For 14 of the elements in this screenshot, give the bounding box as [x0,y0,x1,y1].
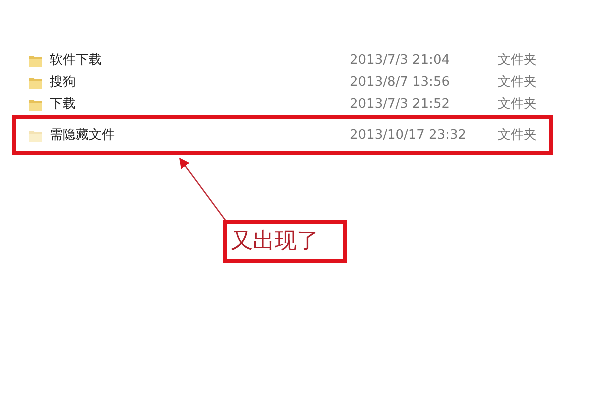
file-name: 需隐藏文件 [50,127,116,144]
modified-date: 2013/8/7 13:56 [350,74,451,90]
callout-label: 又出现了 [223,220,347,263]
modified-date: 2013/10/17 23:32 [350,128,468,142]
file-name: 下载 [50,96,77,113]
file-type: 文件夹 [498,74,537,91]
modified-date: 2013/7/3 21:04 [350,52,451,68]
file-name: 搜狗 [50,74,77,91]
file-type: 文件夹 [498,127,537,144]
arrow [179,158,227,222]
modified-date: 2013/7/3 21:52 [350,96,451,112]
file-name: 软件下载 [50,52,103,69]
file-type: 文件夹 [498,96,537,113]
file-type: 文件夹 [498,52,537,69]
